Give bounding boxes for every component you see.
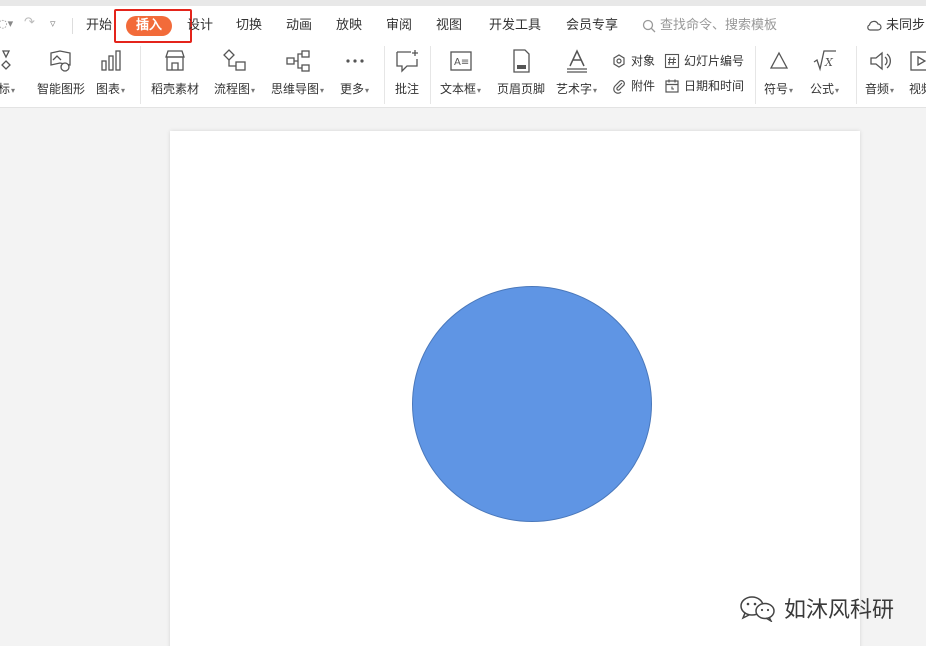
textbox-button[interactable]: A≡ 文本框▾ xyxy=(440,48,481,97)
paperclip-icon xyxy=(613,79,625,94)
more-label: 更多 xyxy=(340,82,365,96)
svg-text:X: X xyxy=(824,56,834,69)
header-footer-icon xyxy=(513,49,530,73)
video-button[interactable]: 视频 xyxy=(908,48,926,97)
speaker-icon xyxy=(869,51,891,71)
mindmap-icon xyxy=(285,50,310,72)
circle-shape[interactable] xyxy=(412,286,652,522)
triangle-symbol-icon xyxy=(769,51,788,69)
tab-review[interactable]: 审阅 xyxy=(386,16,412,36)
icon-button-label: 图标 xyxy=(0,82,11,96)
comment-icon xyxy=(396,50,418,73)
sync-label: 未同步 xyxy=(886,18,926,33)
menu-tab-bar: ◌▾ ↷ ▿ 开始 插入 设计 切换 动画 放映 审阅 视图 开发工具 会员专享… xyxy=(0,0,926,46)
redo-icon[interactable]: ↷ xyxy=(24,15,35,30)
ribbon-divider xyxy=(430,46,431,104)
material-label: 稻壳素材 xyxy=(151,82,200,96)
wordart-icon xyxy=(566,49,587,73)
smartart-icon xyxy=(50,50,71,72)
search-placeholder: 查找命令、搜索模板 xyxy=(660,18,778,33)
more-button[interactable]: 更多▾ xyxy=(340,48,369,97)
audio-button[interactable]: 音频▾ xyxy=(865,48,894,97)
command-search[interactable]: 查找命令、搜索模板 xyxy=(642,16,777,36)
slide-number-label: 幻灯片编号 xyxy=(684,54,745,68)
slide-canvas[interactable] xyxy=(170,131,860,646)
quick-access-dropdown-icon[interactable]: ▿ xyxy=(50,17,56,30)
comment-button[interactable]: 批注 xyxy=(394,48,420,97)
presentation-app-window: ◌▾ ↷ ▿ 开始 插入 设计 切换 动画 放映 审阅 视图 开发工具 会员专享… xyxy=(0,0,926,646)
slide-editing-area: 如沐风科研 xyxy=(0,109,926,646)
slide-number-button[interactable]: 幻灯片编号 xyxy=(664,52,744,69)
object-icon xyxy=(613,53,625,68)
material-button[interactable]: 稻壳素材 xyxy=(151,48,199,97)
ribbon-divider xyxy=(384,46,385,104)
attachment-label: 附件 xyxy=(631,79,656,93)
wordart-label: 艺术字 xyxy=(556,82,593,96)
hash-icon xyxy=(664,53,680,68)
svg-text:A≡: A≡ xyxy=(454,57,469,68)
attachment-button[interactable]: 附件 xyxy=(611,77,655,94)
formula-icon: X xyxy=(813,50,836,72)
formula-button[interactable]: X 公式▾ xyxy=(810,48,839,97)
divider xyxy=(72,18,73,34)
insert-icon-button[interactable]: 图标▾ xyxy=(0,48,15,97)
tab-design[interactable]: 设计 xyxy=(187,16,213,36)
smartart-label: 智能图形 xyxy=(37,82,86,96)
search-icon xyxy=(642,19,656,33)
icons-icon xyxy=(0,50,11,70)
symbol-label: 符号 xyxy=(764,82,789,96)
flowchart-label: 流程图 xyxy=(214,82,251,96)
storefront-icon xyxy=(165,50,185,71)
flowchart-icon xyxy=(222,49,246,71)
audio-label: 音频 xyxy=(865,82,890,96)
comment-label: 批注 xyxy=(394,82,419,96)
symbol-button[interactable]: 符号▾ xyxy=(764,48,793,97)
more-dots-icon xyxy=(345,59,364,63)
header-footer-button[interactable]: 页眉页脚 xyxy=(497,48,545,97)
tab-home[interactable]: 开始 xyxy=(86,16,112,36)
textbox-icon: A≡ xyxy=(449,51,472,71)
smartart-button[interactable]: 智能图形 xyxy=(37,48,85,97)
tab-animation[interactable]: 动画 xyxy=(286,16,312,36)
mindmap-button[interactable]: 思维导图▾ xyxy=(271,48,324,97)
calendar-icon xyxy=(665,79,679,93)
undo-icon[interactable]: ◌▾ xyxy=(0,17,13,30)
insert-tab-highlight-box xyxy=(114,9,192,43)
ribbon-divider xyxy=(856,46,857,104)
insert-ribbon: 图标▾ 智能图形 图表▾ 稻壳素材 xyxy=(0,46,926,108)
title-strip xyxy=(0,0,926,6)
datetime-label: 日期和时间 xyxy=(684,79,745,93)
datetime-button[interactable]: 日期和时间 xyxy=(664,77,744,94)
tab-view[interactable]: 视图 xyxy=(436,16,462,36)
ribbon-divider xyxy=(755,46,756,104)
watermark-text: 如沐风科研 xyxy=(784,598,895,623)
wechat-icon xyxy=(740,596,775,622)
video-label: 视频 xyxy=(908,82,926,96)
video-icon xyxy=(910,51,926,71)
bar-chart-icon xyxy=(100,50,121,71)
sync-status-button[interactable]: 未同步 xyxy=(866,16,925,36)
tab-developer[interactable]: 开发工具 xyxy=(489,16,541,36)
formula-label: 公式 xyxy=(810,82,835,96)
tab-slideshow[interactable]: 放映 xyxy=(336,16,362,36)
tab-transition[interactable]: 切换 xyxy=(236,16,262,36)
tab-member[interactable]: 会员专享 xyxy=(566,16,618,36)
watermark: 如沐风科研 xyxy=(738,592,894,624)
cloud-sync-icon xyxy=(867,20,882,31)
object-button[interactable]: 对象 xyxy=(611,52,655,69)
chart-button[interactable]: 图表▾ xyxy=(96,48,125,97)
wordart-button[interactable]: 艺术字▾ xyxy=(556,48,597,97)
ribbon-divider xyxy=(140,46,141,104)
flowchart-button[interactable]: 流程图▾ xyxy=(214,48,255,97)
header-footer-label: 页眉页脚 xyxy=(497,82,546,96)
mindmap-label: 思维导图 xyxy=(271,82,320,96)
object-label: 对象 xyxy=(631,54,656,68)
chart-label: 图表 xyxy=(96,82,121,96)
textbox-label: 文本框 xyxy=(440,82,477,96)
